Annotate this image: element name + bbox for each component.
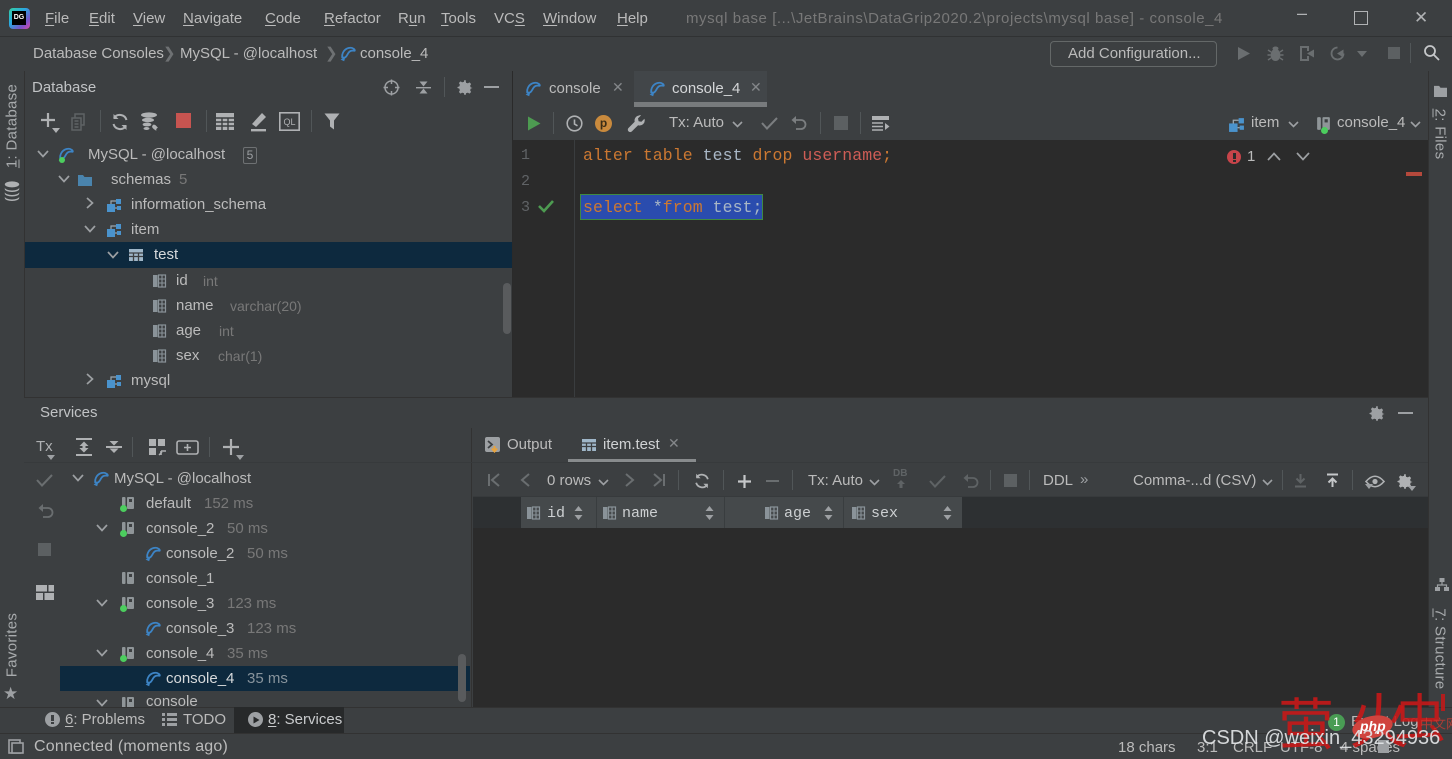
svg-text:QL: QL [283,117,295,127]
